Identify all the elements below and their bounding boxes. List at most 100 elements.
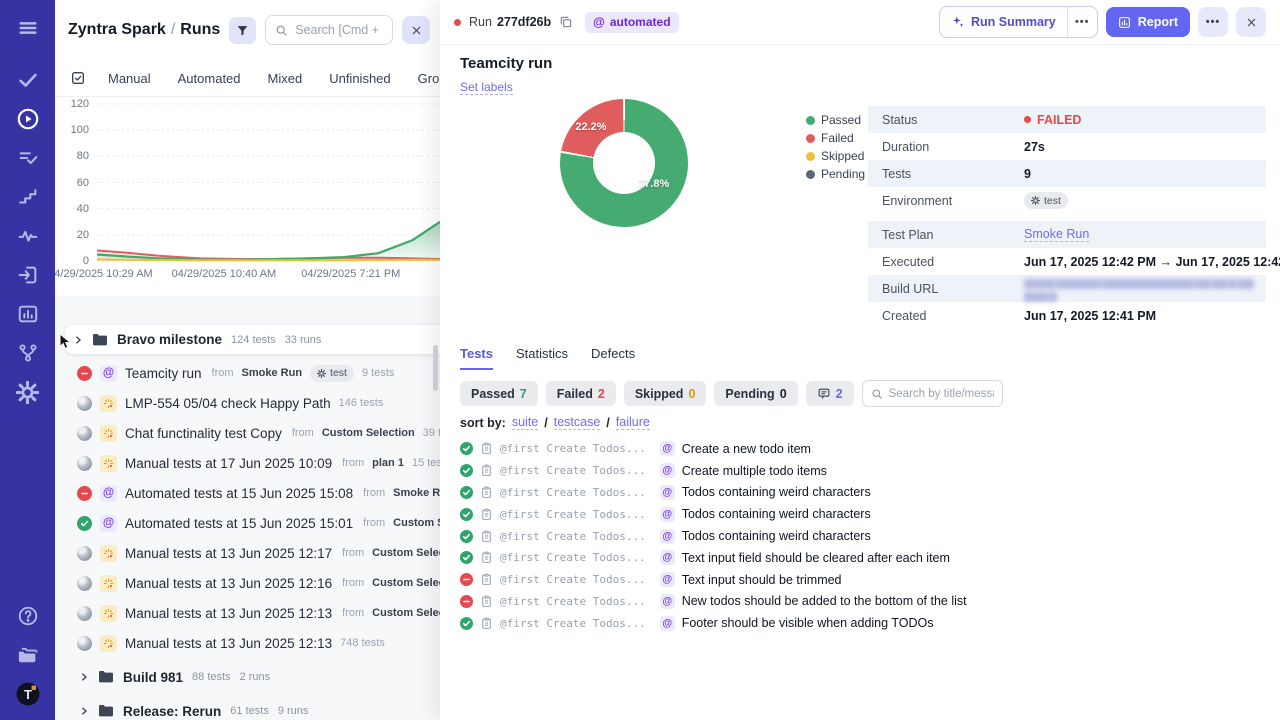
confetti-icon: [103, 548, 114, 559]
run-source: Custom Selection: [321, 427, 415, 439]
legend-dot: [806, 151, 815, 161]
select-all-icon[interactable]: [70, 70, 86, 86]
test-row[interactable]: @first Create Todos... @ Todos containin…: [460, 503, 967, 525]
status-neutral-icon: [77, 635, 92, 651]
search-icon: [871, 388, 883, 400]
status-passed-icon: [460, 442, 473, 456]
gear-icon[interactable]: [14, 378, 42, 406]
tab-unfinished[interactable]: Unfinished: [329, 71, 390, 86]
check-icon[interactable]: [14, 66, 42, 94]
test-row[interactable]: @first Create Todos... @ Footer should b…: [460, 612, 967, 634]
tests-search-input[interactable]: [888, 387, 994, 400]
run-row[interactable]: @ Automated tests at 15 Jun 2025 15:01 fro…: [55, 508, 440, 538]
runs-search[interactable]: [265, 15, 393, 45]
folder-row[interactable]: Build 981 88 tests 2 runs: [55, 662, 440, 692]
run-row[interactable]: LMP-554 05/04 check Happy Path 146 tests: [55, 388, 440, 418]
folder-row[interactable]: Release: Rerun 61 tests 9 runs: [55, 696, 440, 720]
tab-mixed[interactable]: Mixed: [268, 71, 303, 86]
test-plan-link[interactable]: Smoke Run: [1024, 227, 1090, 242]
filter-pending[interactable]: Pending 0: [714, 381, 798, 406]
run-summary-more-button[interactable]: •••: [1066, 7, 1097, 37]
help-icon[interactable]: [14, 602, 42, 630]
tab-groups[interactable]: Groups: [418, 71, 440, 86]
test-title: New todos should be added to the bottom …: [681, 594, 967, 609]
run-row[interactable]: Manual tests at 13 Jun 2025 12:17 from Cus…: [55, 538, 440, 568]
activity-icon[interactable]: [14, 222, 42, 250]
failed-dot: [1024, 116, 1031, 123]
tab-automated[interactable]: Automated: [178, 71, 241, 86]
chevron-right-icon: [79, 672, 89, 682]
run-row[interactable]: Manual tests at 13 Jun 2025 12:13 748 tes…: [55, 628, 440, 658]
menu-icon[interactable]: [14, 14, 42, 42]
folder-row[interactable]: Bravo milestone 124 tests 33 runs: [65, 325, 440, 354]
report-button[interactable]: Report: [1105, 7, 1190, 37]
run-row[interactable]: @ Teamcity run from Smoke Run test 9 tests: [55, 358, 440, 388]
filter-passed[interactable]: Passed 7: [460, 381, 538, 406]
filter-commented[interactable]: 2: [805, 381, 854, 406]
automated-test-icon: @: [659, 463, 675, 479]
run-row[interactable]: Manual tests at 13 Jun 2025 12:16 from Cus…: [55, 568, 440, 598]
runs-search-input[interactable]: [295, 23, 383, 37]
run-row[interactable]: Manual tests at 17 Jun 2025 10:09 from pla…: [55, 448, 440, 478]
close-icon: [411, 25, 422, 36]
bar-chart-icon[interactable]: [14, 300, 42, 328]
test-suite: @first Create Todos...: [500, 573, 646, 587]
scrollbar-thumb[interactable]: [433, 345, 438, 391]
panel-close-button[interactable]: [402, 16, 430, 44]
tab-manual[interactable]: Manual: [108, 71, 151, 86]
set-labels-link[interactable]: Set labels: [460, 80, 513, 95]
test-row[interactable]: @first Create Todos... @ Todos containin…: [460, 482, 967, 504]
test-row[interactable]: @first Create Todos... @ New todos shoul…: [460, 591, 967, 613]
test-row[interactable]: @first Create Todos... @ Create multiple…: [460, 460, 967, 482]
test-row[interactable]: @first Create Todos... @ Text input fiel…: [460, 547, 967, 569]
run-row[interactable]: @ Automated tests at 15 Jun 2025 15:08 fro…: [55, 478, 440, 508]
run-row-title: Manual tests at 13 Jun 2025 12:16: [125, 575, 333, 591]
play-circle-icon[interactable]: [14, 105, 42, 133]
detail-tabs: Tests Statistics Defects: [460, 346, 635, 370]
run-summary-button[interactable]: Run Summary: [940, 7, 1067, 37]
list-check-icon[interactable]: [14, 144, 42, 172]
breadcrumb-project[interactable]: Zyntra Spark: [68, 21, 166, 38]
svg-text:T: T: [24, 687, 32, 702]
detail-tab-tests[interactable]: Tests: [460, 346, 493, 370]
detail-row-tests: Tests 9: [868, 160, 1266, 187]
tests-search[interactable]: [861, 380, 1003, 407]
avatar-t[interactable]: T: [14, 680, 42, 708]
filter-skipped[interactable]: Skipped 0: [623, 381, 707, 406]
test-row[interactable]: @first Create Todos... @ Todos containin…: [460, 525, 967, 547]
run-row-title: Manual tests at 13 Jun 2025 12:13: [125, 635, 333, 651]
donut-legend: Passed Failed Skipped Pending: [806, 113, 865, 181]
folder-icon: [92, 333, 108, 347]
confetti-icon: [103, 398, 114, 409]
test-title: Create a new todo item: [681, 441, 811, 456]
run-row[interactable]: Manual tests at 13 Jun 2025 12:13 from Cus…: [55, 598, 440, 628]
detail-label: Environment: [882, 193, 953, 208]
filter-button[interactable]: [229, 16, 257, 44]
confetti-icon: [103, 428, 114, 439]
sort-by-suite[interactable]: suite: [511, 415, 539, 430]
test-row[interactable]: @first Create Todos... @ Text input shou…: [460, 569, 967, 591]
filter-failed[interactable]: Failed 2: [545, 381, 616, 406]
run-row[interactable]: Chat functinality test Copy from Custom Se…: [55, 418, 440, 448]
automated-test-icon: @: [659, 441, 675, 457]
build-url-redacted[interactable]: ▆▆▆▆ ▆▆▆▆▆▆ ▆▆▆▆▆▆▆▆▆▆▆▆ ▆▆ ▆▆ ▆ ▆▆ ▆▆▆ …: [1024, 276, 1266, 302]
test-row[interactable]: @first Create Todos... @ Create a new to…: [460, 438, 967, 460]
sign-in-icon[interactable]: [14, 261, 42, 289]
sort-by-failure[interactable]: failure: [615, 415, 650, 430]
sort-by-testcase[interactable]: testcase: [553, 415, 601, 430]
automated-test-icon: @: [659, 484, 675, 500]
more-actions-button[interactable]: •••: [1198, 7, 1228, 37]
branch-icon[interactable]: [14, 339, 42, 367]
copy-run-id-button[interactable]: [559, 15, 573, 29]
detail-tab-statistics[interactable]: Statistics: [516, 346, 568, 370]
test-title: Create multiple todo items: [681, 463, 827, 478]
detail-tab-defects[interactable]: Defects: [591, 346, 635, 370]
run-tests-count: 39 tests: [422, 427, 440, 439]
detail-close-button[interactable]: [1236, 7, 1266, 37]
clipboard-icon: [480, 508, 493, 521]
steps-icon[interactable]: [14, 183, 42, 211]
test-suite: @first Create Todos...: [500, 594, 646, 608]
test-suite: @first Create Todos...: [500, 442, 646, 456]
projects-icon[interactable]: [14, 641, 42, 669]
detail-label: Tests: [882, 166, 912, 181]
